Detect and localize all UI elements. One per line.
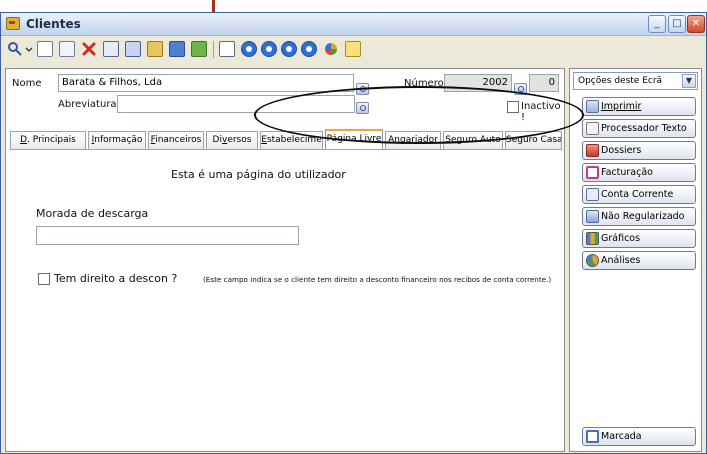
pen-icon bbox=[586, 122, 599, 135]
notes-icon[interactable] bbox=[345, 41, 361, 57]
table-icon[interactable] bbox=[125, 41, 141, 57]
imprimir-label: Imprimir bbox=[601, 101, 642, 112]
facturacao-label: Facturação bbox=[601, 167, 653, 178]
printer-icon bbox=[586, 100, 599, 113]
nao-regularizado-label: Não Regularizado bbox=[601, 211, 685, 222]
desconto-checkbox[interactable] bbox=[38, 273, 50, 285]
desconto-label: Tem direito a descon ? bbox=[54, 272, 178, 285]
title-bar[interactable]: Clientes _ □ ✕ bbox=[1, 13, 706, 36]
marcada-label: Marcada bbox=[601, 431, 642, 442]
chevron-down-icon[interactable] bbox=[25, 41, 33, 57]
open-folder-icon[interactable] bbox=[147, 41, 163, 57]
numero-extra-input[interactable]: 0 bbox=[529, 74, 559, 92]
tab-label: Di bbox=[212, 135, 222, 145]
tab-label: nformação bbox=[94, 135, 143, 145]
graficos-button[interactable]: Gráficos bbox=[582, 229, 696, 248]
processador-texto-label: Processador Texto bbox=[601, 123, 687, 134]
delete-icon[interactable] bbox=[81, 41, 97, 57]
clientes-window: Clientes _ □ ✕ Nome Barata & Filhos, Lda… bbox=[0, 12, 707, 454]
bar-chart-icon bbox=[586, 232, 599, 245]
options-dropdown-label: Opções deste Ecrã bbox=[578, 76, 663, 86]
refresh-icon[interactable] bbox=[323, 41, 339, 57]
window-title: Clientes bbox=[26, 17, 81, 31]
pie-chart-icon bbox=[586, 254, 599, 267]
network-icon[interactable] bbox=[169, 41, 185, 57]
analises-button[interactable]: Análises bbox=[582, 251, 696, 270]
first-record-icon[interactable] bbox=[241, 41, 257, 57]
print-preview-icon[interactable] bbox=[219, 41, 235, 57]
search-icon[interactable] bbox=[7, 41, 23, 57]
toolbar bbox=[1, 35, 706, 65]
previous-record-icon[interactable] bbox=[261, 41, 277, 57]
abreviatura-label: Abreviatura bbox=[58, 99, 117, 110]
invoice-icon bbox=[586, 166, 599, 179]
chevron-down-icon[interactable]: ▼ bbox=[682, 74, 696, 88]
close-button[interactable]: ✕ bbox=[687, 15, 705, 33]
imprimir-button[interactable]: Imprimir bbox=[582, 97, 696, 116]
morada-label: Morada de descarga bbox=[36, 207, 149, 220]
desconto-note: (Este campo indica se o cliente tem dire… bbox=[203, 275, 552, 284]
next-record-icon[interactable] bbox=[281, 41, 297, 57]
copy-document-icon[interactable] bbox=[59, 41, 75, 57]
new-document-icon[interactable] bbox=[37, 41, 53, 57]
tab-informacao[interactable]: Informação bbox=[88, 131, 146, 149]
conta-corrente-label: Conta Corrente bbox=[601, 189, 674, 200]
tab-label: ersos bbox=[227, 135, 252, 145]
conta-corrente-button[interactable]: Conta Corrente bbox=[582, 185, 696, 204]
options-dropdown[interactable]: Opções deste Ecrã ▼ bbox=[573, 72, 698, 90]
graficos-label: Gráficos bbox=[601, 233, 641, 244]
tab-divider bbox=[10, 149, 562, 150]
nome-label: Nome bbox=[12, 78, 42, 89]
account-icon bbox=[586, 188, 599, 201]
maximize-button[interactable]: □ bbox=[668, 15, 686, 33]
tab-label: . Principais bbox=[27, 135, 76, 145]
toolbar-separator bbox=[213, 41, 214, 58]
edit-icon[interactable] bbox=[103, 41, 119, 57]
nome-input[interactable]: Barata & Filhos, Lda bbox=[58, 74, 354, 92]
dossiers-button[interactable]: Dossiers bbox=[582, 141, 696, 160]
morada-descarga-input[interactable] bbox=[36, 226, 299, 245]
processador-texto-button[interactable]: Processador Texto bbox=[582, 119, 696, 138]
tab-financeiros[interactable]: Financeiros bbox=[148, 131, 204, 149]
chart-icon[interactable] bbox=[191, 41, 207, 57]
last-record-icon[interactable] bbox=[301, 41, 317, 57]
page-heading: Esta é uma página do utilizador bbox=[171, 168, 346, 181]
annotation-ellipse bbox=[254, 86, 584, 144]
marcada-button[interactable]: Marcada bbox=[582, 427, 696, 446]
document-warning-icon bbox=[586, 210, 599, 223]
folder-icon bbox=[586, 144, 599, 157]
tab-principais[interactable]: D. Principais bbox=[10, 131, 86, 149]
options-pane: Opções deste Ecrã ▼ Imprimir Processador… bbox=[569, 68, 702, 452]
tab-label: inanceiros bbox=[155, 135, 202, 145]
facturacao-button[interactable]: Facturação bbox=[582, 163, 696, 182]
app-icon bbox=[6, 17, 20, 30]
nao-regularizado-button[interactable]: Não Regularizado bbox=[582, 207, 696, 226]
analises-label: Análises bbox=[601, 255, 641, 266]
tab-diversos[interactable]: Diversos bbox=[206, 131, 258, 149]
bookmark-icon bbox=[586, 430, 599, 443]
dossiers-label: Dossiers bbox=[601, 145, 642, 156]
minimize-button[interactable]: _ bbox=[648, 15, 666, 33]
